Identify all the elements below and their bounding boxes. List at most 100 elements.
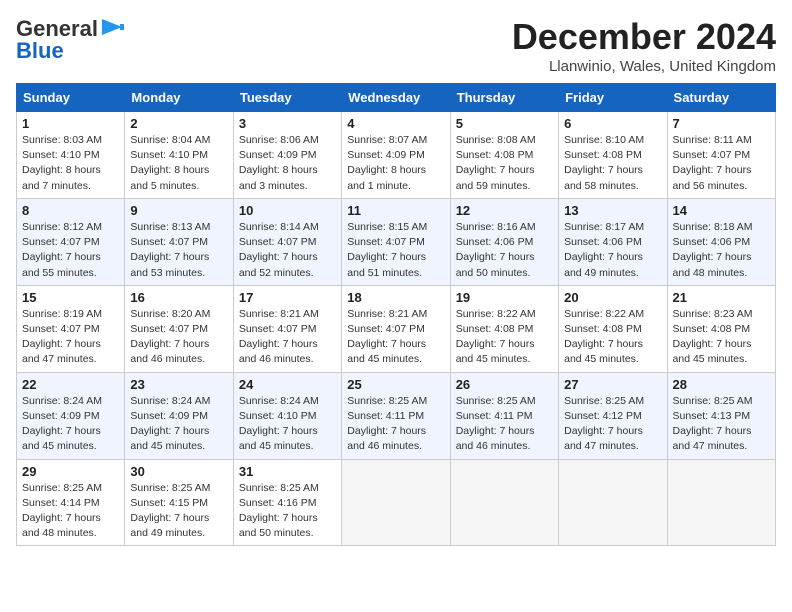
calendar-cell: 28 Sunrise: 8:25 AMSunset: 4:13 PMDaylig… — [667, 372, 775, 459]
logo: General Blue — [16, 16, 124, 64]
day-number: 6 — [564, 116, 661, 131]
day-number: 2 — [130, 116, 227, 131]
page-header: General Blue December 2024 Llanwinio, Wa… — [16, 16, 776, 75]
calendar-cell: 31 Sunrise: 8:25 AMSunset: 4:16 PMDaylig… — [233, 459, 341, 546]
day-number: 22 — [22, 377, 119, 392]
day-number: 19 — [456, 290, 553, 305]
day-detail: Sunrise: 8:11 AMSunset: 4:07 PMDaylight:… — [673, 134, 752, 192]
day-number: 4 — [347, 116, 444, 131]
calendar-cell — [450, 459, 558, 546]
day-number: 11 — [347, 203, 444, 218]
calendar-cell: 23 Sunrise: 8:24 AMSunset: 4:09 PMDaylig… — [125, 372, 233, 459]
title-block: December 2024 Llanwinio, Wales, United K… — [512, 16, 776, 75]
calendar-cell: 21 Sunrise: 8:23 AMSunset: 4:08 PMDaylig… — [667, 285, 775, 372]
calendar-cell: 25 Sunrise: 8:25 AMSunset: 4:11 PMDaylig… — [342, 372, 450, 459]
day-number: 21 — [673, 290, 770, 305]
weekday-header: Friday — [559, 84, 667, 112]
weekday-header: Tuesday — [233, 84, 341, 112]
day-number: 5 — [456, 116, 553, 131]
calendar-cell: 20 Sunrise: 8:22 AMSunset: 4:08 PMDaylig… — [559, 285, 667, 372]
day-detail: Sunrise: 8:15 AMSunset: 4:07 PMDaylight:… — [347, 221, 427, 279]
day-number: 31 — [239, 464, 336, 479]
day-detail: Sunrise: 8:03 AMSunset: 4:10 PMDaylight:… — [22, 134, 102, 192]
calendar-cell: 1 Sunrise: 8:03 AMSunset: 4:10 PMDayligh… — [17, 112, 125, 199]
day-detail: Sunrise: 8:25 AMSunset: 4:14 PMDaylight:… — [22, 482, 102, 540]
day-detail: Sunrise: 8:21 AMSunset: 4:07 PMDaylight:… — [239, 308, 319, 366]
day-detail: Sunrise: 8:18 AMSunset: 4:06 PMDaylight:… — [673, 221, 753, 279]
day-number: 7 — [673, 116, 770, 131]
day-number: 12 — [456, 203, 553, 218]
day-detail: Sunrise: 8:25 AMSunset: 4:15 PMDaylight:… — [130, 482, 210, 540]
calendar-cell: 17 Sunrise: 8:21 AMSunset: 4:07 PMDaylig… — [233, 285, 341, 372]
calendar-cell — [342, 459, 450, 546]
day-number: 23 — [130, 377, 227, 392]
day-detail: Sunrise: 8:25 AMSunset: 4:12 PMDaylight:… — [564, 395, 644, 453]
calendar-week-row: 15 Sunrise: 8:19 AMSunset: 4:07 PMDaylig… — [17, 285, 776, 372]
calendar-cell: 9 Sunrise: 8:13 AMSunset: 4:07 PMDayligh… — [125, 198, 233, 285]
calendar-cell: 29 Sunrise: 8:25 AMSunset: 4:14 PMDaylig… — [17, 459, 125, 546]
day-detail: Sunrise: 8:25 AMSunset: 4:11 PMDaylight:… — [347, 395, 427, 453]
day-number: 28 — [673, 377, 770, 392]
calendar-cell: 7 Sunrise: 8:11 AMSunset: 4:07 PMDayligh… — [667, 112, 775, 199]
weekday-header: Sunday — [17, 84, 125, 112]
calendar-cell: 11 Sunrise: 8:15 AMSunset: 4:07 PMDaylig… — [342, 198, 450, 285]
day-detail: Sunrise: 8:25 AMSunset: 4:16 PMDaylight:… — [239, 482, 319, 540]
calendar-week-row: 29 Sunrise: 8:25 AMSunset: 4:14 PMDaylig… — [17, 459, 776, 546]
calendar-cell — [559, 459, 667, 546]
calendar-cell: 14 Sunrise: 8:18 AMSunset: 4:06 PMDaylig… — [667, 198, 775, 285]
calendar-cell: 22 Sunrise: 8:24 AMSunset: 4:09 PMDaylig… — [17, 372, 125, 459]
day-number: 16 — [130, 290, 227, 305]
calendar-week-row: 8 Sunrise: 8:12 AMSunset: 4:07 PMDayligh… — [17, 198, 776, 285]
weekday-header: Wednesday — [342, 84, 450, 112]
calendar-cell: 24 Sunrise: 8:24 AMSunset: 4:10 PMDaylig… — [233, 372, 341, 459]
day-number: 29 — [22, 464, 119, 479]
day-number: 3 — [239, 116, 336, 131]
day-number: 13 — [564, 203, 661, 218]
day-number: 18 — [347, 290, 444, 305]
day-detail: Sunrise: 8:20 AMSunset: 4:07 PMDaylight:… — [130, 308, 210, 366]
day-detail: Sunrise: 8:23 AMSunset: 4:08 PMDaylight:… — [673, 308, 753, 366]
calendar-cell — [667, 459, 775, 546]
calendar-cell: 13 Sunrise: 8:17 AMSunset: 4:06 PMDaylig… — [559, 198, 667, 285]
weekday-header: Monday — [125, 84, 233, 112]
day-detail: Sunrise: 8:25 AMSunset: 4:13 PMDaylight:… — [673, 395, 753, 453]
day-detail: Sunrise: 8:22 AMSunset: 4:08 PMDaylight:… — [456, 308, 536, 366]
calendar-week-row: 1 Sunrise: 8:03 AMSunset: 4:10 PMDayligh… — [17, 112, 776, 199]
day-detail: Sunrise: 8:13 AMSunset: 4:07 PMDaylight:… — [130, 221, 210, 279]
calendar-header-row: SundayMondayTuesdayWednesdayThursdayFrid… — [17, 84, 776, 112]
calendar-cell: 6 Sunrise: 8:10 AMSunset: 4:08 PMDayligh… — [559, 112, 667, 199]
calendar-cell: 16 Sunrise: 8:20 AMSunset: 4:07 PMDaylig… — [125, 285, 233, 372]
day-detail: Sunrise: 8:10 AMSunset: 4:08 PMDaylight:… — [564, 134, 644, 192]
logo-blue: Blue — [16, 38, 64, 64]
day-detail: Sunrise: 8:07 AMSunset: 4:09 PMDaylight:… — [347, 134, 427, 192]
day-detail: Sunrise: 8:16 AMSunset: 4:06 PMDaylight:… — [456, 221, 536, 279]
calendar-week-row: 22 Sunrise: 8:24 AMSunset: 4:09 PMDaylig… — [17, 372, 776, 459]
day-number: 8 — [22, 203, 119, 218]
day-number: 15 — [22, 290, 119, 305]
day-number: 30 — [130, 464, 227, 479]
day-number: 24 — [239, 377, 336, 392]
day-number: 27 — [564, 377, 661, 392]
calendar-cell: 10 Sunrise: 8:14 AMSunset: 4:07 PMDaylig… — [233, 198, 341, 285]
day-number: 17 — [239, 290, 336, 305]
day-number: 26 — [456, 377, 553, 392]
calendar-cell: 26 Sunrise: 8:25 AMSunset: 4:11 PMDaylig… — [450, 372, 558, 459]
day-detail: Sunrise: 8:19 AMSunset: 4:07 PMDaylight:… — [22, 308, 102, 366]
day-number: 10 — [239, 203, 336, 218]
day-number: 9 — [130, 203, 227, 218]
calendar-cell: 18 Sunrise: 8:21 AMSunset: 4:07 PMDaylig… — [342, 285, 450, 372]
day-detail: Sunrise: 8:14 AMSunset: 4:07 PMDaylight:… — [239, 221, 319, 279]
day-detail: Sunrise: 8:06 AMSunset: 4:09 PMDaylight:… — [239, 134, 319, 192]
day-detail: Sunrise: 8:17 AMSunset: 4:06 PMDaylight:… — [564, 221, 644, 279]
day-number: 25 — [347, 377, 444, 392]
day-detail: Sunrise: 8:22 AMSunset: 4:08 PMDaylight:… — [564, 308, 644, 366]
day-number: 20 — [564, 290, 661, 305]
calendar-cell: 19 Sunrise: 8:22 AMSunset: 4:08 PMDaylig… — [450, 285, 558, 372]
calendar-table: SundayMondayTuesdayWednesdayThursdayFrid… — [16, 83, 776, 546]
day-detail: Sunrise: 8:24 AMSunset: 4:10 PMDaylight:… — [239, 395, 319, 453]
day-detail: Sunrise: 8:24 AMSunset: 4:09 PMDaylight:… — [130, 395, 210, 453]
day-number: 14 — [673, 203, 770, 218]
day-detail: Sunrise: 8:04 AMSunset: 4:10 PMDaylight:… — [130, 134, 210, 192]
calendar-cell: 30 Sunrise: 8:25 AMSunset: 4:15 PMDaylig… — [125, 459, 233, 546]
calendar-cell: 27 Sunrise: 8:25 AMSunset: 4:12 PMDaylig… — [559, 372, 667, 459]
